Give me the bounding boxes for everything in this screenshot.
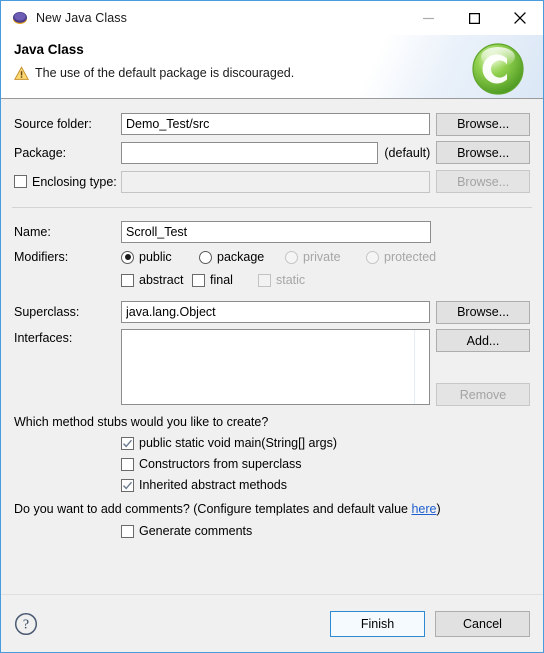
interfaces-add-button[interactable]: Add... bbox=[436, 329, 530, 352]
checkbox-box bbox=[14, 175, 27, 188]
comments-question-suffix: ) bbox=[436, 502, 441, 516]
green-c-logo bbox=[470, 41, 526, 97]
interfaces-list[interactable] bbox=[121, 329, 430, 405]
method-stubs-section: Which method stubs would you like to cre… bbox=[1, 415, 543, 538]
title-bar: New Java Class bbox=[1, 1, 543, 35]
radio-circle bbox=[121, 250, 134, 264]
modifier-label: static bbox=[276, 273, 306, 287]
finish-button[interactable]: Finish bbox=[330, 610, 425, 637]
svg-text:?: ? bbox=[23, 617, 29, 632]
radio-circle bbox=[199, 250, 212, 264]
interfaces-remove-button[interactable]: Remove bbox=[436, 383, 530, 406]
source-folder-input[interactable] bbox=[121, 113, 431, 135]
minimize-icon[interactable] bbox=[405, 1, 451, 35]
modifier-label: public bbox=[139, 250, 172, 264]
modifier-label: protected bbox=[384, 250, 437, 264]
checkbox-box bbox=[192, 273, 205, 287]
modifier-label: package bbox=[217, 250, 265, 264]
modifier-label: final bbox=[210, 273, 233, 287]
maximize-icon[interactable] bbox=[451, 1, 497, 35]
modifier-radio-package[interactable]: package bbox=[199, 250, 285, 264]
source-folder-label: Source folder: bbox=[14, 117, 92, 131]
dialog-header: Java Class The use of the default packag… bbox=[1, 35, 543, 99]
checkbox-box bbox=[121, 273, 134, 287]
dialog-body: Source folder: Browse... Package: (defau… bbox=[1, 99, 543, 594]
enclosing-type-row: Enclosing type: Browse... bbox=[1, 167, 543, 196]
modifier-label: abstract bbox=[139, 273, 184, 287]
stub-label: public static void main(String[] args) bbox=[139, 436, 337, 450]
configure-templates-link[interactable]: here bbox=[411, 502, 436, 516]
eclipse-icon bbox=[12, 10, 28, 26]
generate-comments-label: Generate comments bbox=[139, 524, 253, 538]
modifier-radio-private: private bbox=[285, 250, 366, 264]
help-icon[interactable]: ? bbox=[14, 612, 38, 636]
checkbox-box bbox=[258, 273, 271, 287]
page-title: Java Class bbox=[14, 42, 84, 57]
separator-top bbox=[12, 207, 532, 208]
window-controls bbox=[405, 1, 543, 35]
warning-icon bbox=[13, 66, 30, 81]
modifiers-label: Modifiers: bbox=[14, 250, 69, 264]
modifiers-row: Modifiers: public package private protec… bbox=[1, 246, 543, 268]
superclass-input[interactable] bbox=[121, 301, 431, 323]
checkbox-box bbox=[121, 478, 134, 492]
dialog-footer: ? Finish Cancel bbox=[1, 594, 543, 652]
enclosing-type-label: Enclosing type: bbox=[32, 174, 117, 189]
name-row: Name: bbox=[1, 218, 543, 246]
modifier-radio-protected: protected bbox=[366, 250, 436, 264]
new-java-class-dialog: New Java Class Java Class The use of the… bbox=[0, 0, 544, 653]
name-label: Name: bbox=[14, 225, 51, 239]
package-label: Package: bbox=[14, 145, 67, 160]
superclass-browse-button[interactable]: Browse... bbox=[436, 300, 530, 324]
generate-comments-checkbox[interactable]: Generate comments bbox=[121, 524, 530, 538]
package-input[interactable] bbox=[121, 141, 379, 164]
checkbox-box bbox=[121, 436, 134, 450]
comments-question-prefix: Do you want to add comments? (Configure … bbox=[14, 502, 412, 516]
superclass-row: Superclass: Browse... bbox=[1, 298, 543, 326]
comments-question: Do you want to add comments? (Configure … bbox=[14, 502, 530, 516]
enclosing-type-checkbox[interactable]: Enclosing type: bbox=[14, 175, 121, 189]
stub-checkbox-inherited[interactable]: Inherited abstract methods bbox=[121, 478, 530, 492]
footer-buttons: Finish Cancel bbox=[330, 610, 530, 637]
name-input[interactable] bbox=[121, 221, 431, 243]
radio-circle bbox=[366, 250, 379, 264]
cancel-button[interactable]: Cancel bbox=[435, 610, 530, 637]
package-row: Package: (default) Browse... bbox=[1, 138, 543, 167]
window-title: New Java Class bbox=[36, 11, 128, 25]
header-message: The use of the default package is discou… bbox=[13, 66, 543, 81]
method-stubs-question: Which method stubs would you like to cre… bbox=[14, 415, 269, 429]
modifiers-flags-row: abstract final static bbox=[1, 268, 543, 292]
source-folder-row: Source folder: Browse... bbox=[1, 110, 543, 138]
modifier-checkbox-static: static bbox=[258, 273, 305, 287]
enclosing-type-input[interactable] bbox=[121, 170, 431, 193]
interfaces-label: Interfaces: bbox=[14, 331, 73, 345]
source-folder-browse-button[interactable]: Browse... bbox=[436, 112, 530, 136]
package-browse-button[interactable]: Browse... bbox=[436, 141, 530, 164]
checkbox-box bbox=[121, 524, 134, 538]
interfaces-buttons: Add... Remove bbox=[436, 329, 530, 406]
modifier-checkbox-abstract[interactable]: abstract bbox=[121, 273, 192, 287]
interfaces-scrollbar[interactable] bbox=[414, 330, 429, 404]
stub-label: Constructors from superclass bbox=[139, 457, 302, 471]
enclosing-type-browse-button[interactable]: Browse... bbox=[436, 170, 530, 193]
superclass-label: Superclass: bbox=[14, 305, 80, 319]
stub-checkbox-main[interactable]: public static void main(String[] args) bbox=[121, 436, 530, 450]
close-icon[interactable] bbox=[497, 1, 543, 35]
radio-circle bbox=[285, 250, 298, 264]
stub-label: Inherited abstract methods bbox=[139, 478, 287, 492]
modifier-checkbox-final[interactable]: final bbox=[192, 273, 258, 287]
checkbox-box bbox=[121, 457, 134, 471]
stub-checkbox-constructors[interactable]: Constructors from superclass bbox=[121, 457, 530, 471]
package-default-suffix: (default) bbox=[384, 145, 431, 160]
modifier-radio-public[interactable]: public bbox=[121, 250, 199, 264]
modifier-label: private bbox=[303, 250, 341, 264]
interfaces-row: Interfaces: Add... Remove bbox=[1, 329, 543, 406]
header-message-text: The use of the default package is discou… bbox=[35, 66, 295, 80]
